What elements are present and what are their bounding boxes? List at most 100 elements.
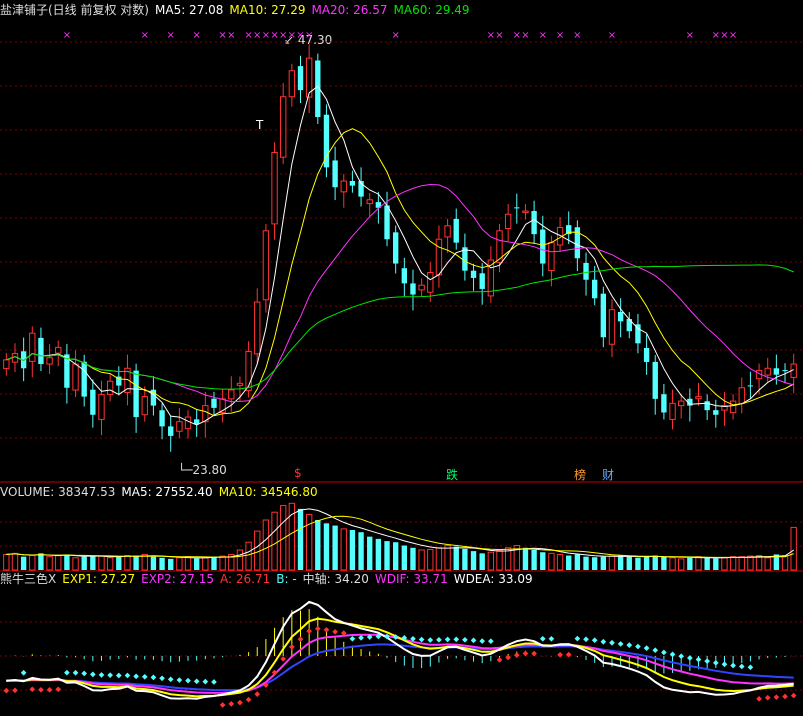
indicator-dot <box>617 641 624 647</box>
indicator-dot <box>254 691 261 697</box>
indicator-dot <box>574 635 581 642</box>
volume-bar-down <box>315 520 321 570</box>
indicator-dot <box>55 686 62 693</box>
volume-bar-up <box>487 551 495 571</box>
candle-body-up <box>236 382 244 386</box>
volume-bar-down <box>479 553 485 570</box>
indicator-dot <box>695 656 702 663</box>
volume-bars[interactable] <box>3 502 797 571</box>
volume-bar-down <box>453 546 459 570</box>
volume-bar-down <box>635 557 641 570</box>
stock-chart[interactable]: × × × × × × × × × × × × × × × × × × × × × × × × × × × <box>0 0 803 716</box>
volume-bar-up <box>11 552 19 571</box>
indicator-dot <box>219 702 226 708</box>
x-marker: × <box>573 30 581 41</box>
x-marker: × <box>141 30 149 41</box>
candle-body-up <box>504 213 512 229</box>
indicator-dot <box>46 687 53 693</box>
volume-bar-down <box>384 541 390 570</box>
volume-bar-down <box>522 547 529 570</box>
candle-body-down <box>643 347 650 362</box>
indicator-dot <box>652 647 659 654</box>
volume-bar-down <box>367 536 373 570</box>
volume-bar-down <box>133 555 139 570</box>
indicator-dot <box>245 696 252 703</box>
indicator-dot <box>557 651 563 658</box>
volume-bar-down <box>687 557 693 570</box>
candle-body-up <box>98 393 105 420</box>
indicator-dot <box>609 639 615 646</box>
volume-bar-down <box>64 554 70 570</box>
candle-body-down <box>652 361 658 399</box>
x-marker: × <box>279 30 287 41</box>
volume-bar-up <box>106 557 114 571</box>
candle-body-up <box>444 225 451 238</box>
volume-bar-down <box>713 558 719 570</box>
volume-bar-up <box>124 555 131 571</box>
candle-body-down <box>747 385 754 387</box>
x-marker: × <box>521 30 529 41</box>
indicator-dot <box>202 678 209 685</box>
candle-body-up <box>738 387 745 404</box>
indicator-dot <box>289 644 295 650</box>
candle-body-down <box>531 211 537 235</box>
candle-body-up <box>548 242 555 272</box>
indicator-dot <box>462 636 468 643</box>
volume-bar-up <box>496 549 503 571</box>
indicator-dot <box>583 636 589 643</box>
candle-body-up <box>3 359 10 370</box>
candle-body-down <box>193 419 200 425</box>
indicator-dot <box>237 699 243 706</box>
x-marker: × <box>720 30 728 41</box>
candle-body-up <box>254 301 261 355</box>
volume-bar-down <box>574 554 581 570</box>
indicator-dot <box>513 652 520 658</box>
volume-bar-up <box>678 558 685 571</box>
candle-body-up <box>340 180 347 193</box>
volume-bar-up <box>747 555 754 571</box>
volume-bar-down <box>661 556 667 570</box>
indicator-dot <box>193 678 200 685</box>
candle-body-up <box>141 396 148 416</box>
volume-bar-up <box>184 556 192 571</box>
indicator-dot <box>539 635 546 642</box>
candle-body-down <box>159 410 165 427</box>
volume-bar-down <box>540 552 546 570</box>
indicator-dot <box>332 628 338 635</box>
candle-body-down <box>470 270 477 278</box>
candle-body-up <box>695 396 702 400</box>
indicator-dot <box>280 656 287 662</box>
candle-body-up <box>522 210 529 213</box>
volume-bar-down <box>20 556 27 570</box>
x-marker: × <box>391 30 399 41</box>
candle-body-up <box>288 70 296 98</box>
candle-body-down <box>168 426 174 436</box>
indicator-dot <box>323 626 330 633</box>
indicator-dot <box>444 636 451 643</box>
indicator-dot <box>522 650 529 657</box>
indicator-dot <box>176 677 183 683</box>
indicator-dot <box>782 693 788 700</box>
indicator-dot <box>626 642 633 648</box>
volume-bar-down <box>652 555 658 570</box>
indicator-dot <box>721 661 728 668</box>
candle-body-up <box>729 400 737 414</box>
candle-body-down <box>211 398 217 408</box>
volume-bar-down <box>38 553 44 570</box>
indicator-dot <box>124 672 131 679</box>
volume-bar-up <box>305 513 313 571</box>
indicator-dot <box>427 637 434 643</box>
candle-body-down <box>540 229 546 264</box>
candle-body-up <box>280 96 287 158</box>
indicator-dot <box>133 673 139 680</box>
x-marker: × <box>487 30 495 41</box>
x-marker: × <box>218 30 226 41</box>
candle-body-down <box>479 273 485 289</box>
candle-body-up <box>29 332 36 362</box>
indicator-dot <box>488 638 494 645</box>
volume-bar-up <box>254 530 261 571</box>
indicator-dot <box>167 676 174 683</box>
candle-body-down <box>617 312 624 322</box>
volume-bar-up <box>427 548 434 571</box>
volume-bar-down <box>401 545 408 570</box>
